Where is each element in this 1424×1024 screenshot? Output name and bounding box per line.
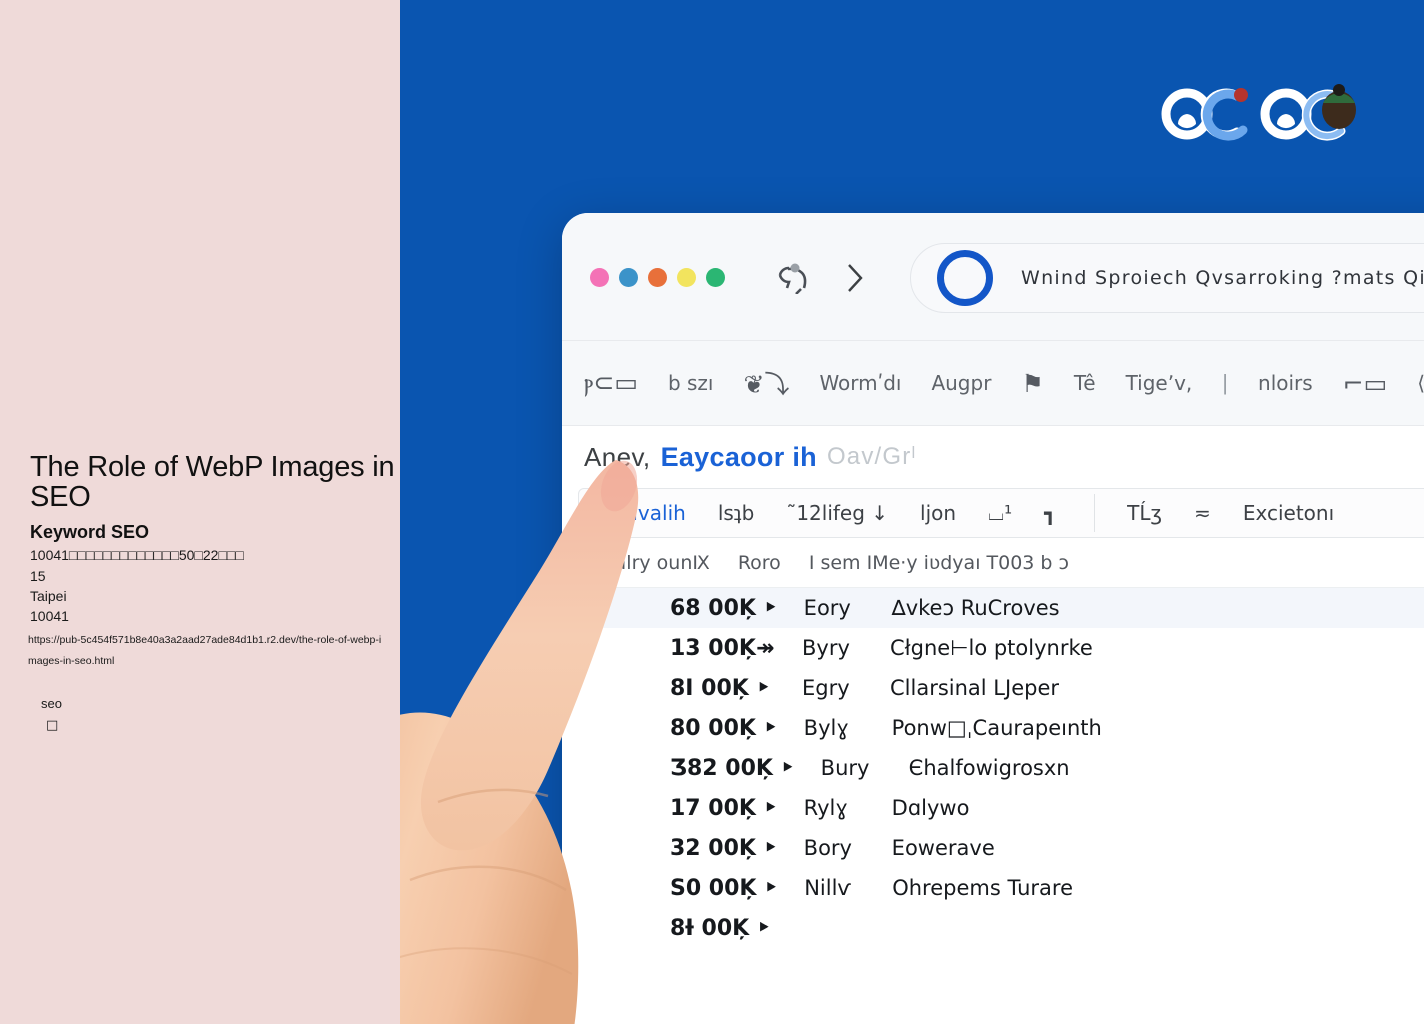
table-column-headers: Hlry ounⅨ Roro I sem IMe·y iʋdyaı T003 b…	[562, 538, 1424, 588]
hand-palm	[380, 712, 579, 1024]
browser-window: Wnind Sproiech Qvsarroking ?mats Qitl ··…	[562, 213, 1424, 1024]
table-row[interactable]: S0 00Ķ ‣ Nillѵ Ohrepems Turare	[562, 868, 1424, 908]
cell-search-volume: 17 00Ķ ‣	[670, 795, 778, 821]
nav-flag-glyph[interactable]: ⚑	[1021, 369, 1043, 398]
dot-yellow[interactable]	[677, 268, 696, 287]
knuckle-crease	[437, 788, 549, 804]
filter-curve-icon[interactable]: ⌴¹	[988, 501, 1012, 525]
dot-pink[interactable]	[590, 268, 609, 287]
heading-highlight: Eaycaoor ih	[660, 441, 817, 472]
filter-divider	[1094, 494, 1096, 532]
city-name: Taipei	[30, 588, 67, 604]
cell-search-volume: 80 00Ķ ‣	[670, 715, 778, 741]
table-row[interactable]: 32 00Ķ ‣ Bory Eowerave	[562, 828, 1424, 868]
table-row[interactable]: 17 00Ķ ‣ Rylɣ Dɑlywo	[562, 788, 1424, 828]
window-control-dots[interactable]	[590, 268, 725, 287]
tag-glyph-icon: □	[46, 718, 59, 733]
address-bar-text[interactable]: Wnind Sproiech Qvsarroking ?mats Qitl ··	[1021, 267, 1424, 289]
dot-green[interactable]	[706, 268, 725, 287]
table-row[interactable]: 13 00Ķ↠ Byry Cłgne⊢lo ptolynrke	[562, 628, 1424, 668]
nav-strip: ⲣ⊂▭ b szı ❦⤵ Wormʹdı Augpr ⚑ Tê Tigeʼv, …	[562, 341, 1424, 426]
nav-item-6[interactable]: nloirs	[1258, 371, 1313, 395]
cell-keyword-term: Cllarsinal LJeper	[890, 676, 1059, 700]
cell-difficulty: Nillѵ	[804, 876, 852, 900]
filter-dropdown[interactable]: ˜12lifeg ↓	[786, 501, 888, 525]
dot-blue[interactable]	[619, 268, 638, 287]
nav-item-3[interactable]: Augpr	[931, 371, 991, 395]
nav-item-7[interactable]: ⟨ʜral	[1417, 371, 1424, 395]
table-row[interactable]: 68 00Ķ ‣ Eory ∆vkeɔ RuCroves	[562, 588, 1424, 628]
cell-search-volume: S0 00Ķ ‣	[670, 875, 779, 901]
nav-home-glyph[interactable]: ⲣ⊂▭	[584, 368, 638, 398]
screenshot-canvas: Wnind Sproiech Qvsarroking ?mats Qitl ··…	[0, 0, 1424, 1024]
nav-item-5[interactable]: Tigeʼv,	[1126, 371, 1193, 395]
dot-orange[interactable]	[648, 268, 667, 287]
cell-keyword-term: ∆vkeɔ RuCroves	[891, 596, 1060, 620]
back-reply-icon[interactable]	[774, 262, 814, 294]
left-info-panel: The Role of WebP Images in SEO Keyword S…	[0, 0, 400, 1024]
heading-prefix: Anev,	[584, 441, 651, 472]
nav-sparkle-glyph[interactable]: ❦⤵	[743, 365, 789, 401]
table-row[interactable]: 80 00Ķ ‣ Bylɣ Ponw□ˌCaurapeınth	[562, 708, 1424, 748]
filter-bar: ɲvalih lsʇb ˜12lifeg ↓ ljon ⌴¹ ┓ TĹʒ ≂ E…	[578, 488, 1424, 538]
postal-code: 10041	[30, 608, 69, 624]
table-row[interactable]: 8Ɨ 00Ķ ‣	[562, 908, 1424, 948]
navigation-controls	[774, 261, 866, 295]
filter-item-5[interactable]: Excietonı	[1243, 501, 1334, 525]
table-row[interactable]: 8I 00Ķ ‣ Egry Cllarsinal LJeper	[562, 668, 1424, 708]
cell-search-volume: Ʒ82 00Ķ ‣	[670, 755, 795, 781]
source-url[interactable]: https://pub-5c454f571b8e40a3a2aad27ade84…	[28, 630, 388, 672]
section-heading: Anev, Eaycaoor ih Oav/Grˡ	[562, 426, 1424, 488]
cell-difficulty: Egry	[802, 676, 850, 700]
address-bar[interactable]: Wnind Sproiech Qvsarroking ?mats Qitl ··	[910, 243, 1424, 313]
filter-wave-icon[interactable]: ≂	[1194, 501, 1211, 525]
cell-keyword-term: Єhalfowigrosxn	[908, 756, 1070, 780]
nav-box-glyph[interactable]: ⌐▭	[1343, 369, 1388, 398]
cell-keyword-term: Dɑlywo	[891, 796, 970, 820]
filter-bracket-icon[interactable]: ┓	[1044, 501, 1056, 525]
heading-suffix: Oav/Grˡ	[826, 443, 917, 470]
seo-tag-label: seo	[41, 696, 62, 711]
brand-logo	[1161, 84, 1356, 141]
cell-difficulty: Byry	[802, 636, 850, 660]
cell-difficulty: Bury	[820, 756, 870, 780]
nav-item-2[interactable]: Wormʹdı	[819, 371, 901, 395]
cell-keyword-term: Ponw□ˌCaurapeınth	[891, 716, 1102, 740]
browser-chrome-bar: Wnind Sproiech Qvsarroking ?mats Qitl ··	[562, 213, 1424, 341]
column-header-volume[interactable]: Hlry ounⅨ	[612, 552, 710, 574]
cell-keyword-term: Cłgne⊢lo ptolynrke	[890, 636, 1093, 660]
filter-item-2[interactable]: lsʇb	[718, 501, 755, 525]
cell-difficulty: Bylɣ	[803, 716, 849, 740]
table-row[interactable]: Ʒ82 00Ķ ‣ Bury Єhalfowigrosxn	[562, 748, 1424, 788]
keyword-label: Keyword SEO	[30, 522, 150, 542]
circle-ring-icon	[937, 250, 993, 306]
nav-item-4[interactable]: Tê	[1074, 371, 1096, 395]
chevron-right-icon[interactable]	[844, 261, 866, 295]
cell-search-volume: 8Ɨ 00Ķ ‣	[670, 915, 771, 941]
column-header-level[interactable]: Roro	[738, 552, 781, 574]
filter-active-tab[interactable]: ɲvalih	[625, 501, 686, 525]
cell-keyword-term: Eowerave	[891, 836, 995, 860]
page-title: The Role of WebP Images in SEO	[30, 451, 395, 513]
cell-search-volume: 32 00Ķ ‣	[670, 835, 778, 861]
results-list: 68 00Ķ ‣ Eory ∆vkeɔ RuCroves 13 00Ķ↠ Byry Cłg…	[562, 588, 1424, 948]
street-number: 15	[30, 568, 46, 584]
cell-search-volume: 68 00Ķ ‣	[670, 595, 778, 621]
knuckle-crease-3	[389, 947, 573, 975]
filter-item-3[interactable]: ljon	[920, 501, 956, 525]
cell-search-volume: 13 00Ķ↠	[670, 635, 775, 661]
nav-item-1[interactable]: b szı	[668, 371, 714, 395]
cell-search-volume: 8I 00Ķ ‣	[670, 675, 771, 701]
knuckle-crease-2	[409, 865, 567, 892]
column-header-term[interactable]: I sem IMe·y iʋdyaı T003 b ɔ	[809, 552, 1069, 574]
cell-difficulty: Bory	[803, 836, 852, 860]
cell-difficulty: Eory	[803, 596, 851, 620]
nav-separator: |	[1222, 370, 1229, 395]
cell-keyword-term: Ohrepems Turare	[892, 876, 1073, 900]
address-meta-line: 10041□□□□□□□□□□□□□50□22□□□	[30, 547, 244, 563]
filter-item-4[interactable]: TĹʒ	[1127, 501, 1162, 525]
cell-difficulty: Rylɣ	[803, 796, 848, 820]
